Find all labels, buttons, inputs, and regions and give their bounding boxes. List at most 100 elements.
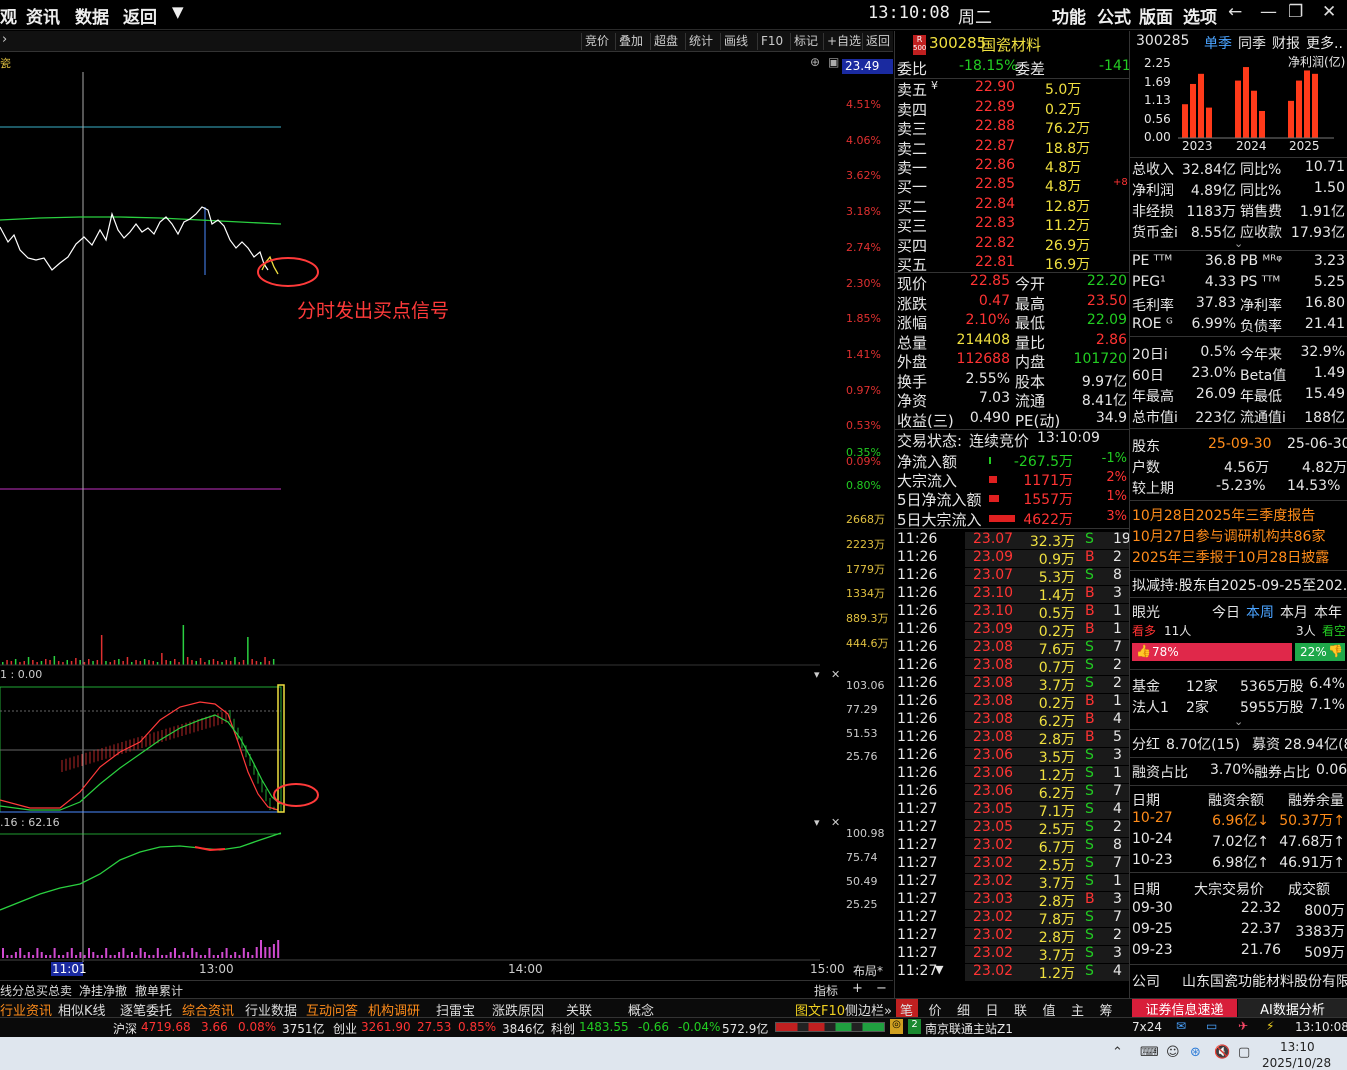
indicator-button[interactable]: 指标 [814, 982, 838, 999]
sh-change: 3.66 [201, 1020, 228, 1034]
back-arrow-icon[interactable]: ← [1228, 2, 1242, 22]
menu-view[interactable]: 观 [0, 3, 17, 28]
cy-name[interactable]: 创业 [333, 1020, 357, 1037]
f10-tab-more[interactable]: 更多.. [1306, 33, 1343, 52]
kc-name[interactable]: 科创 [551, 1020, 575, 1037]
intraday-chart[interactable] [0, 52, 894, 998]
menu-back[interactable]: 返回 [123, 3, 157, 28]
stock-name[interactable]: 国瓷材料 [981, 34, 1041, 54]
restore-icon[interactable]: ❐ [1288, 2, 1303, 22]
news-2[interactable]: 2025年三季报于10月28日披露 [1132, 547, 1329, 566]
mail-icon[interactable]: ✉ [1176, 1019, 1186, 1033]
alert-icon[interactable]: ◎ [890, 1019, 903, 1034]
chevron-up-icon[interactable]: ⌃ [1112, 1045, 1123, 1060]
menu-layout[interactable]: 版面 [1139, 3, 1173, 28]
ind2-close-icon[interactable]: ✕ [831, 816, 840, 829]
minimize-icon[interactable]: — [1260, 2, 1277, 22]
network-icon[interactable]: ⊛ [1190, 1045, 1201, 1060]
window-icon[interactable]: ▣ [828, 55, 839, 69]
volume-bar [247, 637, 249, 665]
toolbar-return[interactable]: 返回 [862, 33, 893, 50]
ind1-close-icon[interactable]: ✕ [831, 668, 840, 681]
f10-tab-sameq[interactable]: 同季 [1238, 33, 1266, 52]
toolbar-stats[interactable]: 统计 [685, 33, 716, 50]
yg-tab-week[interactable]: 本周 [1246, 602, 1274, 621]
ask-price[interactable]: 22.90 [975, 79, 1015, 98]
menu-formula[interactable]: 公式 [1097, 3, 1131, 28]
zoom-plus-icon[interactable]: + [852, 981, 863, 996]
ask-price[interactable]: 22.87 [975, 138, 1015, 157]
btable-price: 21.76 [1240, 942, 1281, 958]
volume-bar [251, 659, 253, 665]
menu-function[interactable]: 功能 [1052, 3, 1086, 28]
zoom-in-icon[interactable]: ⊕ [810, 55, 820, 69]
sh-name[interactable]: 沪深 [113, 1020, 137, 1037]
server-name[interactable]: 南京联通主站Z1 [925, 1020, 1013, 1037]
ask-price[interactable]: 22.89 [975, 99, 1015, 118]
subtab-0[interactable]: 线分 [0, 982, 24, 999]
ai-analysis-button[interactable]: AI数据分析 [1238, 999, 1347, 1018]
ind2-bar [75, 955, 78, 958]
taskbar-time: 13:10 [1280, 1040, 1315, 1054]
sec-info-button[interactable]: 证券信息速递 [1132, 999, 1237, 1018]
toolbar-auction[interactable]: 竞价 [581, 33, 612, 50]
menu-data[interactable]: 数据 [75, 3, 109, 28]
subtab-3[interactable]: 撤单累计 [135, 982, 183, 999]
monitor-icon[interactable]: ▭ [1206, 1019, 1217, 1033]
toolbar-overlay[interactable]: 叠加 [615, 33, 646, 50]
bid-price[interactable]: 22.84 [975, 196, 1015, 215]
satellite-icon[interactable]: ✈ [1238, 1019, 1248, 1033]
news-3[interactable]: 拟减持:股东自2025-09-25至202... [1132, 575, 1347, 594]
inst-chevron-icon[interactable]: ⌄ [1234, 715, 1243, 728]
yg-tab-month[interactable]: 本月 [1280, 602, 1308, 621]
ask-price[interactable]: 22.88 [975, 118, 1015, 137]
subtab-1[interactable]: 总买总卖 [24, 982, 72, 999]
mode-7x24[interactable]: 7x24 [1132, 1020, 1162, 1034]
toolbar-superplate[interactable]: 超盘 [650, 33, 681, 50]
news-0[interactable]: 10月28日2025年三季度报告 [1132, 505, 1315, 524]
dropdown-icon[interactable]: ▼ [172, 3, 184, 21]
close-icon[interactable]: ✕ [1322, 2, 1336, 22]
toolbar-add-watchlist[interactable]: +自选 [823, 33, 864, 50]
menu-options[interactable]: 选项 [1183, 3, 1217, 28]
yg-tab-year[interactable]: 本年 [1314, 602, 1342, 621]
bid-price[interactable]: 22.81 [975, 254, 1015, 273]
user-icon[interactable]: ☺ [1166, 1045, 1180, 1060]
menu-news[interactable]: 资讯 [26, 3, 60, 28]
yg-tab-today[interactable]: 今日 [1212, 602, 1240, 621]
ime-icon[interactable]: ⌨ [1140, 1045, 1159, 1060]
bid-price[interactable]: 22.83 [975, 215, 1015, 234]
ind1-collapse-icon[interactable]: ▾ [814, 668, 820, 681]
expand-icon[interactable]: › [2, 32, 7, 47]
volume-mute-icon[interactable]: 🔇 [1214, 1045, 1230, 1060]
bid-price[interactable]: 22.85 [975, 176, 1015, 195]
tick-dropdown-icon[interactable]: ▼ [935, 963, 943, 982]
tick-side: B [1085, 891, 1095, 907]
pct-tick: 1.85% [846, 312, 881, 326]
notification-icon[interactable]: ▢ [1238, 1045, 1250, 1060]
subtab-2[interactable]: 净挂净撤 [79, 982, 127, 999]
toolbar-draw[interactable]: 画线 [720, 33, 751, 50]
bid-price[interactable]: 22.82 [975, 235, 1015, 254]
lightning-icon[interactable]: ⚡ [1266, 1019, 1274, 1033]
layout-button[interactable]: 布局* [853, 962, 883, 979]
f10-tab-report[interactable]: 财报 [1272, 33, 1300, 52]
chevron-down-icon[interactable]: ⌄ [1234, 237, 1243, 250]
toolbar-f10[interactable]: F10 [757, 33, 786, 50]
f10-tab-quarter[interactable]: 单季 [1204, 33, 1232, 52]
metric-label: PEG¹ [1132, 274, 1166, 290]
ask-price[interactable]: 22.86 [975, 157, 1015, 176]
ind2-bar [118, 952, 121, 958]
connection-icon[interactable]: 2 [908, 1019, 921, 1034]
zoom-minus-icon[interactable]: − [876, 981, 887, 996]
tick-price: 23.03 [973, 891, 1014, 907]
toolbar-mark[interactable]: 标记 [790, 33, 821, 50]
thumbs-down-icon[interactable]: 👎 [1328, 644, 1343, 658]
news-1[interactable]: 10月27日参与调研机构共86家 [1132, 526, 1325, 545]
ind2-collapse-icon[interactable]: ▾ [814, 816, 820, 829]
flow-bar [989, 457, 991, 464]
thumbs-up-icon[interactable]: 👍 [1136, 644, 1151, 658]
tick-side: B [1085, 603, 1095, 619]
tick-side: S [1085, 747, 1094, 763]
volume-bar [23, 661, 25, 665]
